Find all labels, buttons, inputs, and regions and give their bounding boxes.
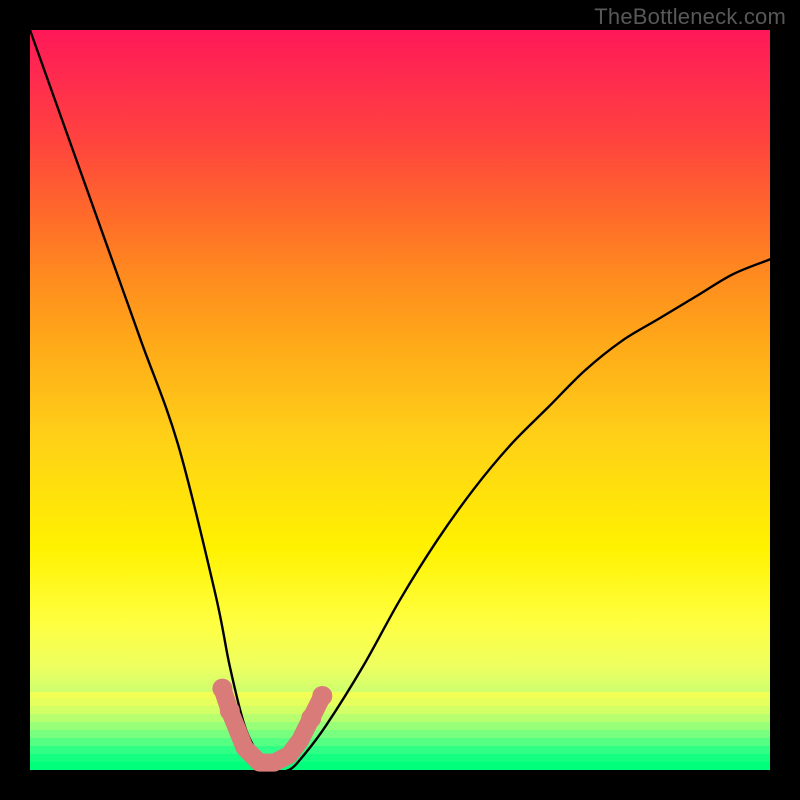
chart-svg	[30, 30, 770, 770]
marker-dot	[301, 708, 321, 728]
plot-area	[30, 30, 770, 770]
outer-frame: TheBottleneck.com	[0, 0, 800, 800]
marker-dot	[312, 686, 332, 706]
bottleneck-curve-path	[30, 30, 770, 772]
marker-dot	[212, 679, 232, 699]
marker-dot	[220, 701, 240, 721]
watermark-text: TheBottleneck.com	[594, 4, 786, 30]
